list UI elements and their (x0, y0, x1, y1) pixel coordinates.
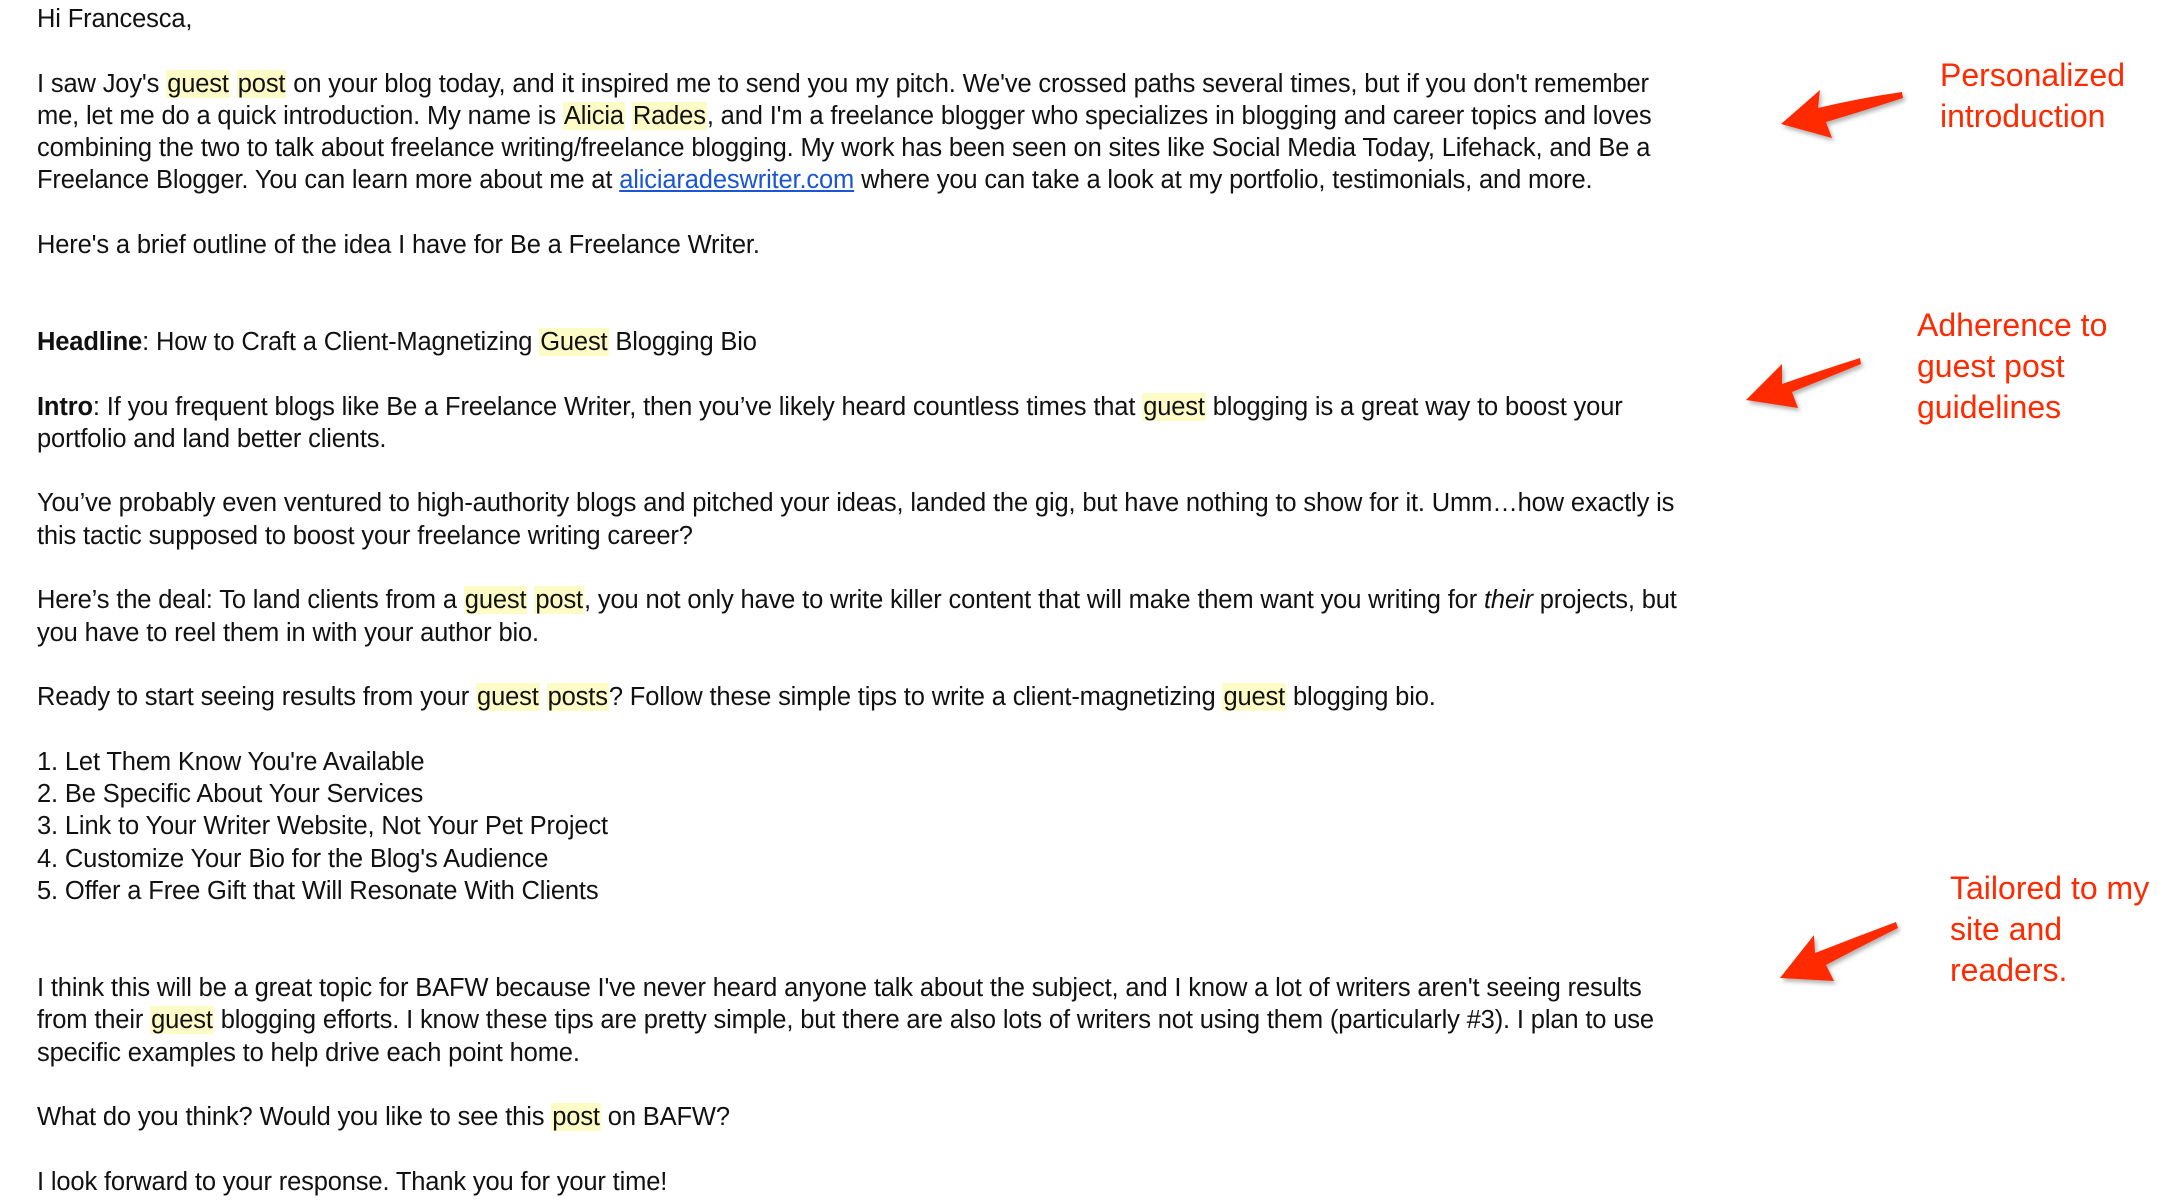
annotation-tailored: Tailored to my site and readers. (1950, 868, 2149, 991)
annotation-line: site and (1950, 911, 2063, 947)
annotation-line: guidelines (1917, 389, 2062, 425)
annotation-line: Personalized (1940, 57, 2125, 93)
annotation-arrows (1746, 90, 1903, 981)
annotation-personalized: Personalized introduction (1940, 55, 2125, 137)
annotation-line: guest post (1917, 348, 2065, 384)
annotation-line: readers. (1950, 952, 2068, 988)
annotation-guidelines: Adherence to guest post guidelines (1917, 305, 2107, 428)
annotation-line: Adherence to (1917, 307, 2108, 343)
annotation-line: introduction (1940, 98, 2106, 134)
arrow-icon-personalized (1781, 90, 1903, 138)
arrow-icon-guidelines (1746, 358, 1861, 408)
arrow-icon-tailored (1780, 922, 1898, 981)
annotation-line: Tailored to my (1950, 870, 2150, 906)
